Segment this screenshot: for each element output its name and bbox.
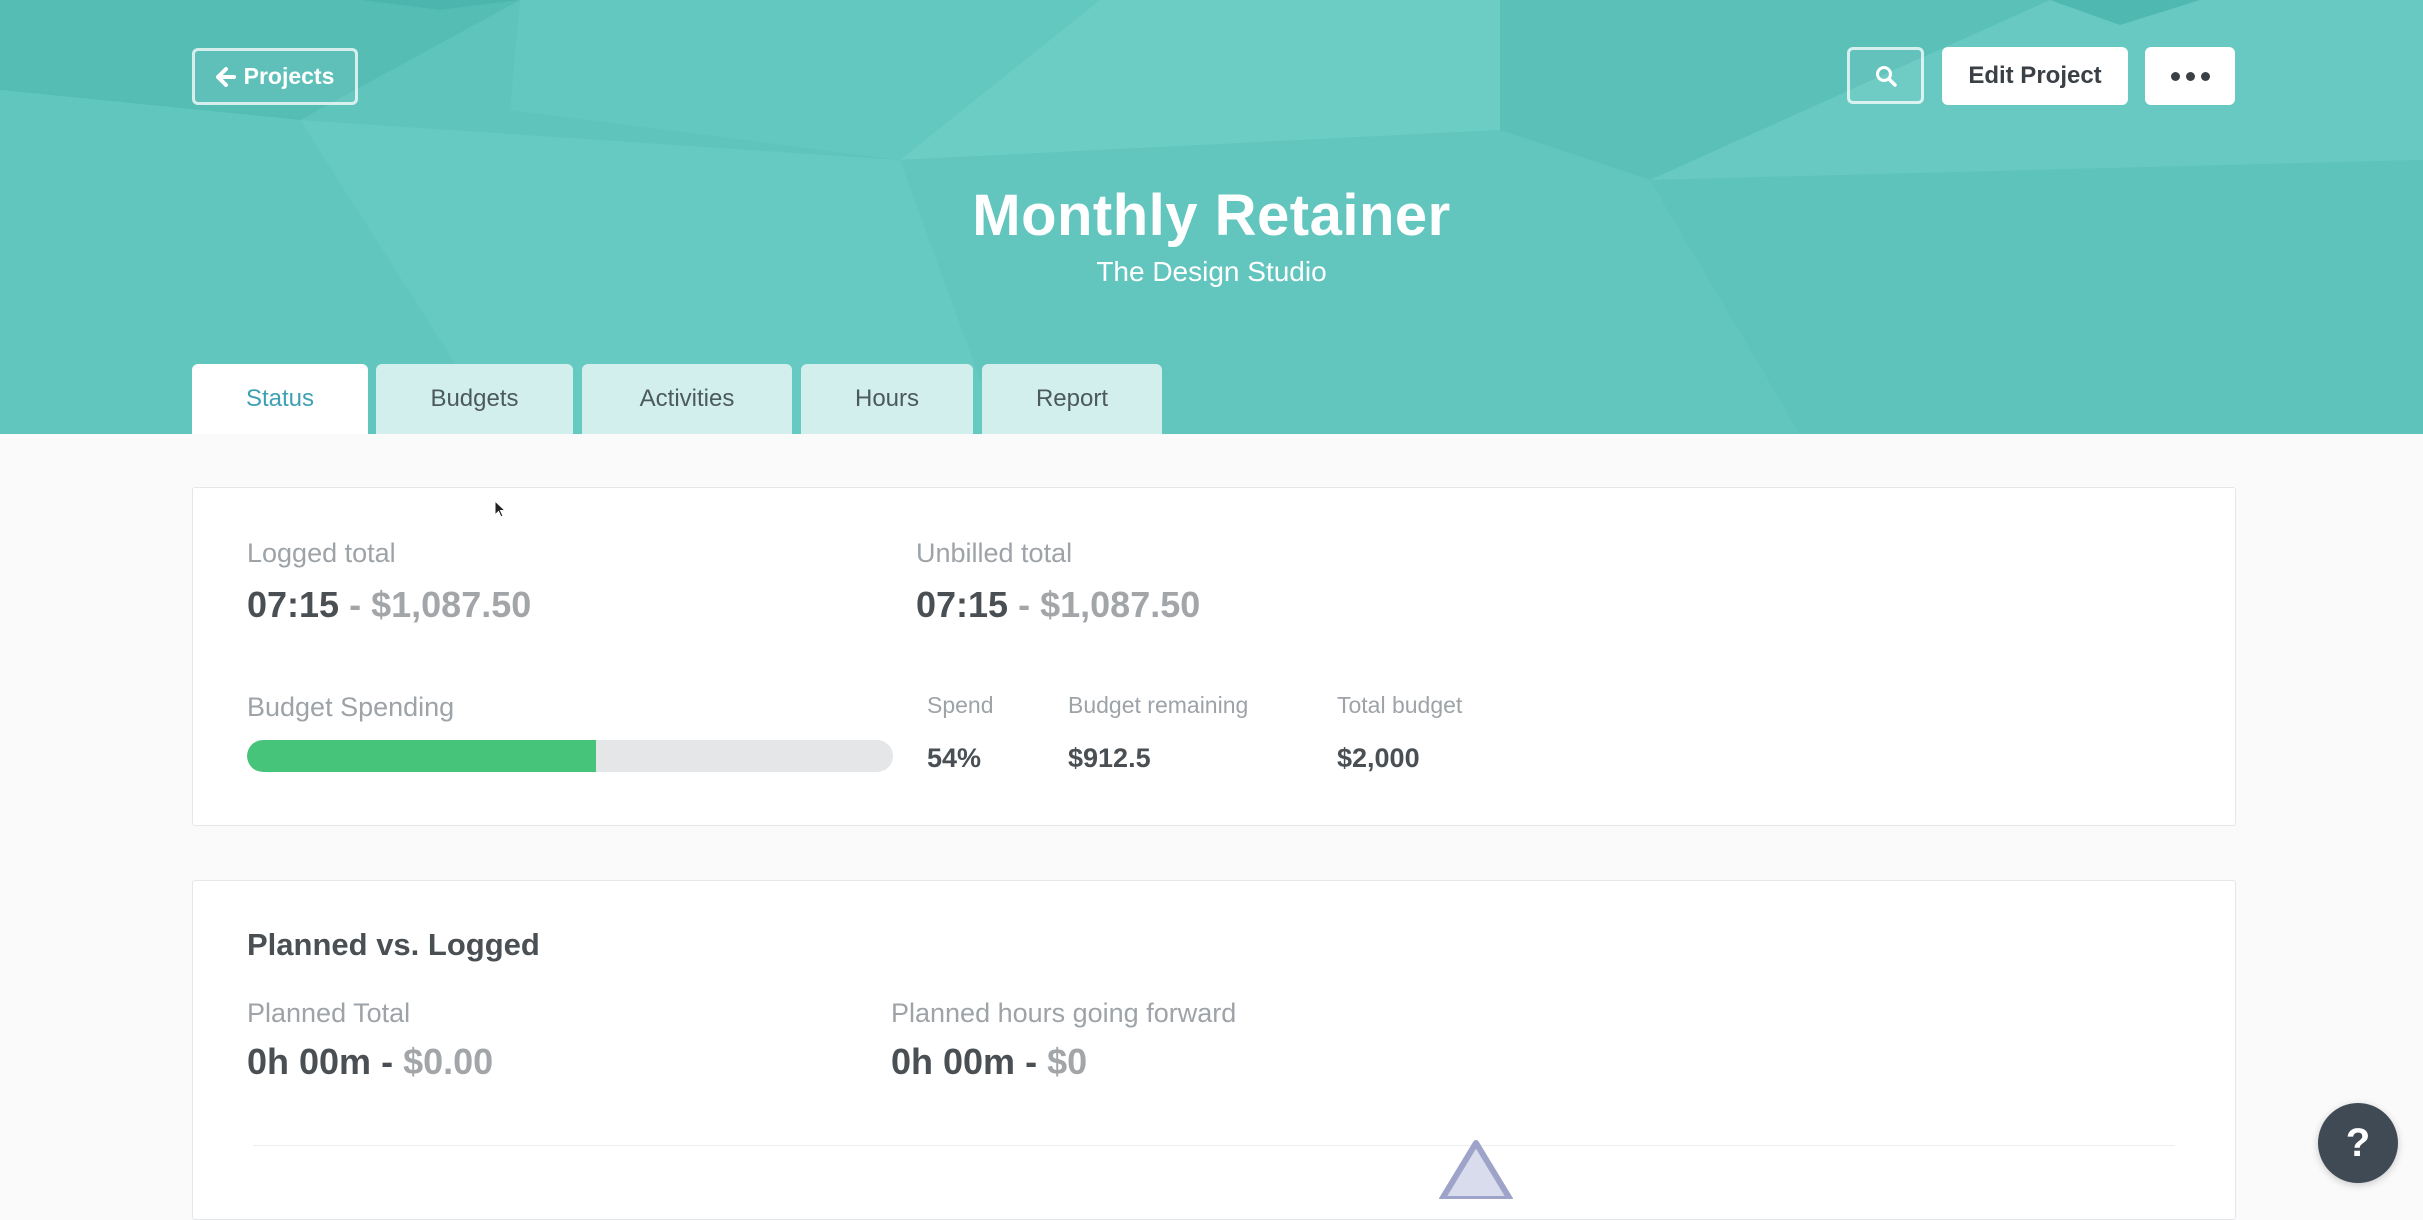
status-summary-card: Logged total 07:15 - $1,087.50 Unbilled …: [192, 487, 2236, 826]
budget-remaining-value: $912.5: [1068, 743, 1151, 773]
more-options-button[interactable]: [2145, 47, 2235, 105]
project-title: Monthly Retainer: [972, 183, 1451, 248]
planned-forward-value: 0h 00m - $0: [891, 1041, 1087, 1083]
planned-forward-time: 0h 00m: [891, 1041, 1016, 1082]
unbilled-total-time: 07:15: [916, 584, 1009, 625]
planned-total-time: 0h 00m: [247, 1041, 372, 1082]
back-to-projects-label: Projects: [243, 63, 335, 89]
tab-report[interactable]: Report: [982, 364, 1162, 434]
planned-forward-label: Planned hours going forward: [891, 998, 1237, 1028]
planned-vs-logged-title: Planned vs. Logged: [247, 927, 540, 962]
spend-value: 54%: [927, 743, 982, 773]
tab-hours[interactable]: Hours: [801, 364, 973, 434]
planned-total-separator: -: [381, 1041, 394, 1082]
unbilled-total-label: Unbilled total: [916, 538, 1073, 568]
logged-total-amount: $1,087.50: [371, 584, 532, 625]
tab-budgets[interactable]: Budgets: [376, 364, 573, 434]
budget-spending-label: Budget Spending: [247, 692, 455, 722]
total-budget-value: $2,000: [1337, 743, 1420, 773]
project-header: Projects Edit Project Monthly Retainer T…: [0, 0, 2423, 434]
edit-project-label: Edit Project: [1968, 62, 2102, 89]
planned-forward-amount: $0: [1047, 1041, 1088, 1082]
help-icon: ?: [2345, 1120, 2371, 1165]
today-marker-icon: [1439, 1140, 1513, 1199]
logged-total-value: 07:15 - $1,087.50: [247, 584, 531, 626]
budget-remaining-label: Budget remaining: [1068, 692, 1249, 718]
planned-total-value: 0h 00m - $0.00: [247, 1041, 493, 1083]
more-dots-icon: [2170, 71, 2210, 81]
total-budget-label: Total budget: [1337, 692, 1463, 718]
planned-forward-separator: -: [1025, 1041, 1038, 1082]
logged-total-time: 07:15: [247, 584, 340, 625]
budget-progress-bar: [247, 740, 893, 772]
help-button[interactable]: ?: [2318, 1103, 2398, 1183]
planned-total-amount: $0.00: [403, 1041, 494, 1082]
logged-total-label: Logged total: [247, 538, 396, 568]
unbilled-total-amount: $1,087.50: [1040, 584, 1201, 625]
back-to-projects-button[interactable]: Projects: [192, 48, 358, 105]
budget-progress-fill: [247, 740, 596, 772]
planned-vs-logged-card: Planned vs. Logged Planned Total 0h 00m …: [192, 880, 2236, 1220]
tab-status[interactable]: Status: [192, 364, 368, 434]
edit-project-button[interactable]: Edit Project: [1942, 47, 2128, 105]
spend-label: Spend: [927, 692, 994, 718]
mouse-cursor-icon: [494, 500, 507, 518]
chart-baseline: [253, 1145, 2175, 1146]
unbilled-total-separator: -: [1018, 584, 1031, 625]
client-name: The Design Studio: [1096, 256, 1327, 287]
planned-total-label: Planned Total: [247, 998, 411, 1028]
unbilled-total-value: 07:15 - $1,087.50: [916, 584, 1200, 626]
search-icon: [1875, 65, 1897, 87]
arrow-left-icon: [215, 66, 236, 87]
tab-activities[interactable]: Activities: [582, 364, 792, 434]
search-button[interactable]: [1847, 47, 1924, 104]
logged-total-separator: -: [349, 584, 362, 625]
